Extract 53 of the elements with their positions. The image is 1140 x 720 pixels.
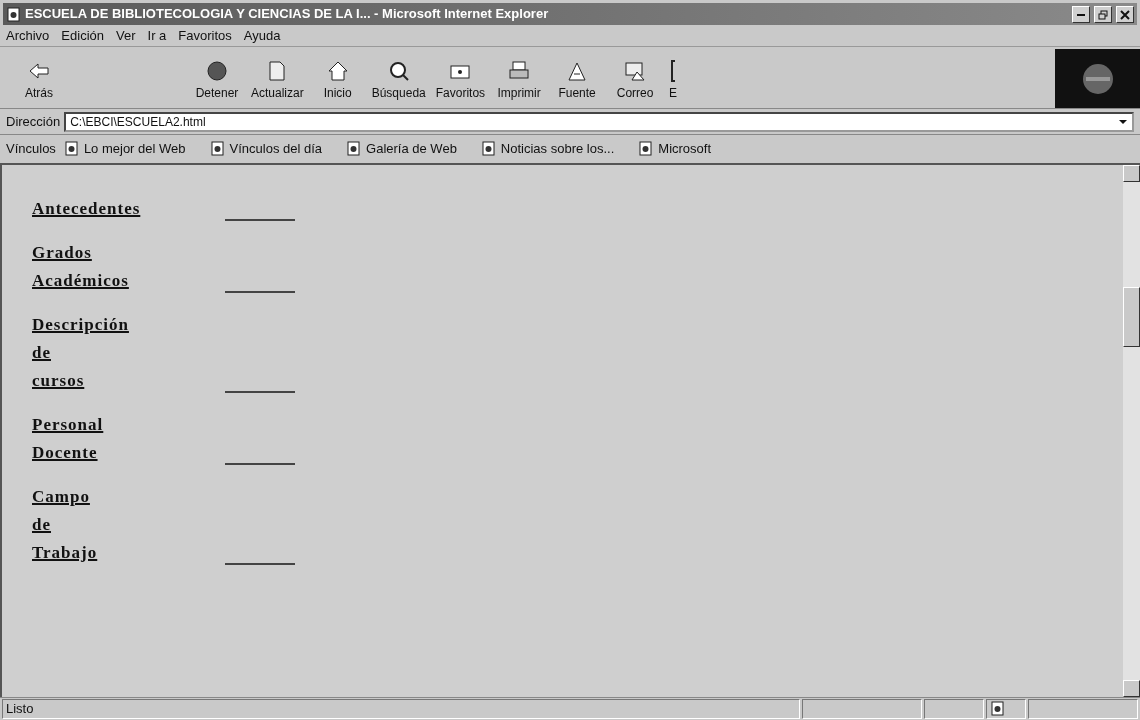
search-button[interactable]: Búsqueda [366,49,431,108]
mail-icon [624,60,647,82]
print-icon [508,60,531,82]
menu-item[interactable]: Archivo [6,25,50,46]
page-icon [638,141,654,157]
menu-item[interactable]: Ir a [147,25,167,46]
link-button[interactable]: Vínculos del día [209,139,323,159]
address-label: Dirección [6,112,61,131]
menu-item[interactable]: Edición [61,25,104,46]
font-button[interactable]: Fuente [548,49,607,108]
home-button[interactable]: Inicio [308,49,367,108]
scrollbar[interactable] [1123,165,1140,697]
link-button[interactable]: Noticias sobre los... [480,139,615,159]
page-icon [480,141,496,157]
print-button[interactable]: Imprimir [490,49,549,108]
nav-link[interactable]: Antecedentes [32,195,141,223]
page-icon [209,141,225,157]
page-icon [63,141,79,157]
window-icon [6,6,21,22]
link-button[interactable]: Lo mejor del Web [63,139,186,159]
maximize-button[interactable] [1094,5,1112,23]
nav-link[interactable]: Campo de Trabajo [32,483,98,567]
menu-item[interactable]: Favoritos [178,25,232,46]
minimize-icon [1077,14,1085,17]
close-icon [1120,10,1130,21]
menu-item[interactable]: Ver [116,25,136,46]
link-button[interactable]: Galería de Web [346,139,457,159]
favorites-button[interactable]: Favoritos [430,49,491,108]
status-text: Listo [6,700,34,719]
status-panel [924,699,984,719]
stop-button[interactable]: Detener [188,49,246,108]
maximize-icon [1098,10,1108,21]
refresh-button[interactable]: Actualizar [246,49,309,108]
stop-icon [206,60,228,82]
nav-link[interactable]: Personal Docente [32,411,104,467]
nav-link[interactable]: Grados Académicos [32,239,129,295]
link-button[interactable]: Microsoft [638,139,712,159]
minimize-button[interactable] [1072,5,1090,23]
edit-button[interactable]: E [664,49,683,108]
nav-link[interactable]: Descripción de cursos [32,311,129,395]
menu-item[interactable]: Ayuda [243,25,281,46]
mail-button[interactable]: Correo [606,49,665,108]
close-button[interactable] [1116,5,1134,23]
home-icon [326,60,349,82]
links-label: Vínculos [6,140,56,159]
search-icon [387,60,410,82]
zone-icon [990,701,1005,717]
window-title: ESCUELA DE BIBLIOTECOLOGIA Y CIENCIAS DE LA I... - Microsoft Internet Explorer [25,5,549,24]
address-field[interactable]: C:\EBCI\ESCUELA2.html [64,111,1134,132]
back-button[interactable]: Atrás [10,49,68,108]
page-icon [346,141,362,157]
back-icon [28,60,50,82]
font-icon [566,60,589,82]
